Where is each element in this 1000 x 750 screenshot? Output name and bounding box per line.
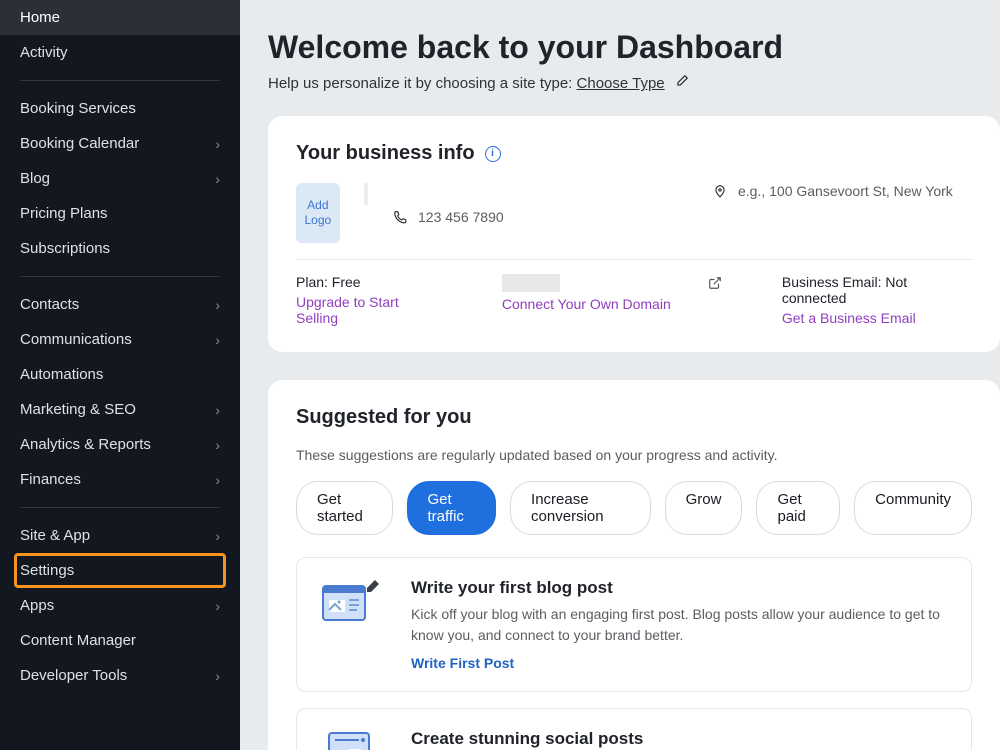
chevron-right-icon: › <box>215 171 220 187</box>
sidebar-item-label: Apps <box>20 597 54 614</box>
sidebar-item-activity[interactable]: Activity <box>0 35 240 70</box>
sidebar-item-label: Site & App <box>20 527 90 544</box>
redacted-block <box>364 183 368 205</box>
get-email-link[interactable]: Get a Business Email <box>782 310 972 326</box>
main-content: Welcome back to your Dashboard Help us p… <box>240 0 1000 750</box>
address-row: e.g., 100 Gansevoort St, New York <box>712 183 972 199</box>
sidebar-item-content-manager[interactable]: Content Manager <box>0 623 240 658</box>
page-subtitle: Help us personalize it by choosing a sit… <box>268 74 1000 92</box>
location-icon <box>712 184 728 198</box>
suggestion-illustration <box>319 729 383 750</box>
tab-grow[interactable]: Grow <box>665 481 743 535</box>
sidebar-item-contacts[interactable]: Contacts › <box>0 287 240 322</box>
chevron-right-icon: › <box>215 528 220 544</box>
sidebar-item-label: Settings <box>20 562 74 579</box>
subtitle-prefix: Help us personalize it by choosing a sit… <box>268 75 577 92</box>
sidebar-item-label: Contacts <box>20 296 79 313</box>
tab-get-paid[interactable]: Get paid <box>756 481 840 535</box>
sidebar-item-label: Developer Tools <box>20 667 127 684</box>
sidebar-item-booking-calendar[interactable]: Booking Calendar › <box>0 126 240 161</box>
sidebar-item-site-app[interactable]: Site & App › <box>0 518 240 553</box>
tab-get-traffic[interactable]: Get traffic <box>407 481 497 535</box>
sidebar-item-label: Content Manager <box>20 632 136 649</box>
pencil-icon[interactable] <box>671 75 689 92</box>
chevron-right-icon: › <box>215 297 220 313</box>
sidebar-item-label: Finances <box>20 471 81 488</box>
chevron-right-icon: › <box>215 136 220 152</box>
page-title: Welcome back to your Dashboard <box>268 28 1000 66</box>
sidebar-item-label: Analytics & Reports <box>20 436 151 453</box>
suggestion-title: Create stunning social posts <box>411 729 949 749</box>
sidebar-item-apps[interactable]: Apps › <box>0 588 240 623</box>
sidebar-item-home[interactable]: Home <box>0 0 240 35</box>
suggestion-illustration <box>319 578 383 632</box>
info-icon[interactable]: i <box>485 146 501 162</box>
business-info-title: Your business info i <box>296 142 972 165</box>
address-text: e.g., 100 Gansevoort St, New York <box>738 183 953 199</box>
sidebar-item-automations[interactable]: Automations <box>0 357 240 392</box>
chevron-right-icon: › <box>215 472 220 488</box>
sidebar-item-label: Home <box>20 9 60 26</box>
sidebar-item-subscriptions[interactable]: Subscriptions <box>0 231 240 266</box>
connect-domain-link[interactable]: Connect Your Own Domain <box>502 296 722 312</box>
sidebar-item-blog[interactable]: Blog › <box>0 161 240 196</box>
suggestion-title: Write your first blog post <box>411 578 949 598</box>
sidebar-item-label: Pricing Plans <box>20 205 108 222</box>
chevron-right-icon: › <box>215 437 220 453</box>
tab-get-started[interactable]: Get started <box>296 481 393 535</box>
sidebar-item-communications[interactable]: Communications › <box>0 322 240 357</box>
sidebar-item-label: Marketing & SEO <box>20 401 136 418</box>
sidebar-item-marketing-seo[interactable]: Marketing & SEO › <box>0 392 240 427</box>
add-logo-button[interactable]: Add Logo <box>296 183 340 243</box>
sidebar-item-finances[interactable]: Finances › <box>0 462 240 497</box>
chevron-right-icon: › <box>215 668 220 684</box>
sidebar-item-settings[interactable]: Settings <box>14 553 226 588</box>
phone-text: 123 456 7890 <box>418 209 504 225</box>
chevron-right-icon: › <box>215 598 220 614</box>
sidebar-item-label: Automations <box>20 366 103 383</box>
tab-community[interactable]: Community <box>854 481 972 535</box>
sidebar-item-label: Blog <box>20 170 50 187</box>
suggested-tabs: Get started Get trafficIncrease conversio… <box>296 481 972 535</box>
sidebar-item-booking-services[interactable]: Booking Services <box>0 91 240 126</box>
choose-type-link[interactable]: Choose Type <box>577 75 665 92</box>
suggestion-card: Create stunning social postsGet up to 2.… <box>296 708 972 750</box>
sidebar: Home Activity Booking Services Booking Cale… <box>0 0 240 750</box>
suggested-title: Suggested for you <box>296 406 972 429</box>
chevron-right-icon: › <box>215 402 220 418</box>
sidebar-divider <box>20 80 220 81</box>
sidebar-item-label: Activity <box>20 44 68 61</box>
suggestion-cta[interactable]: Write First Post <box>411 655 949 671</box>
suggestion-card: Write your first blog post Kick off your … <box>296 557 972 692</box>
chevron-right-icon: › <box>215 332 220 348</box>
tab-increase-conversion[interactable]: Increase conversion <box>510 481 651 535</box>
sidebar-divider <box>20 276 220 277</box>
sidebar-item-label: Booking Calendar <box>20 135 139 152</box>
suggestion-desc: Kick off your blog with an engaging firs… <box>411 604 949 645</box>
suggested-subtitle: These suggestions are regularly updated … <box>296 447 972 463</box>
phone-row: 123 456 7890 <box>392 209 652 225</box>
sidebar-item-developer-tools[interactable]: Developer Tools › <box>0 658 240 693</box>
suggested-card: Suggested for you These suggestions are … <box>268 380 1000 750</box>
business-info-card: Your business info i Add Logo <box>268 116 1000 352</box>
external-link-icon[interactable] <box>708 276 722 290</box>
email-label: Business Email: Not connected <box>782 274 972 306</box>
sidebar-item-pricing-plans[interactable]: Pricing Plans <box>0 196 240 231</box>
redacted-domain <box>502 274 560 292</box>
plan-label: Plan: Free <box>296 274 442 290</box>
sidebar-item-label: Subscriptions <box>20 240 110 257</box>
sidebar-item-label: Booking Services <box>20 100 136 117</box>
upgrade-link[interactable]: Upgrade to Start Selling <box>296 294 442 326</box>
phone-icon <box>392 210 408 224</box>
sidebar-item-analytics-reports[interactable]: Analytics & Reports › <box>0 427 240 462</box>
sidebar-divider <box>20 507 220 508</box>
divider <box>296 259 972 260</box>
sidebar-item-label: Communications <box>20 331 132 348</box>
